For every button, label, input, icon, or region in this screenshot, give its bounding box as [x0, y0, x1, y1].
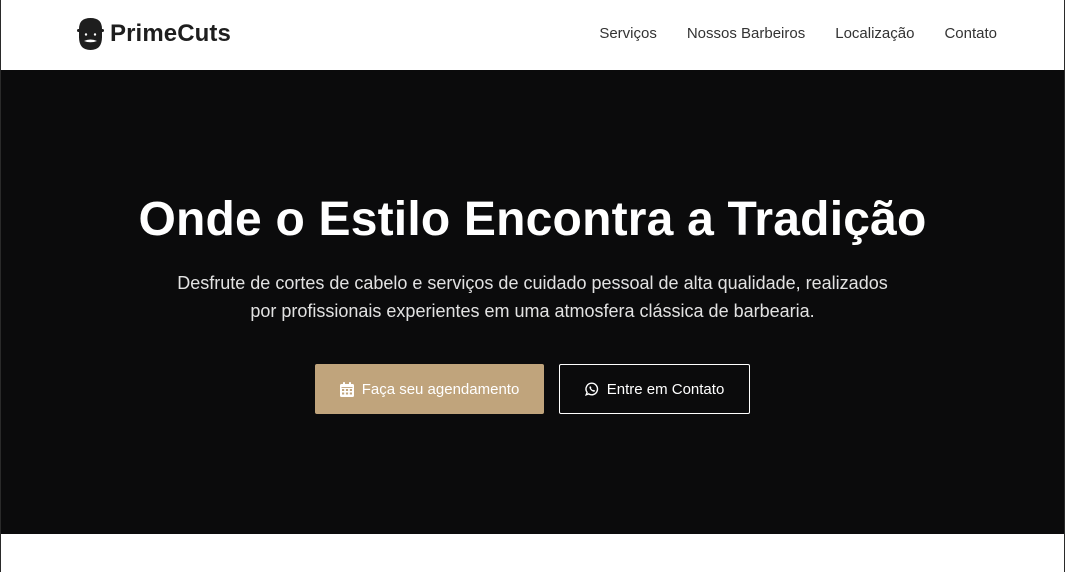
hero-title: Onde o Estilo Encontra a Tradição [138, 193, 927, 246]
brand-logo[interactable]: PrimeCuts [76, 16, 231, 51]
bearded-man-icon [77, 18, 104, 50]
nav-link-localizacao[interactable]: Localização [835, 25, 914, 42]
calendar-icon [339, 381, 354, 397]
book-appointment-label: Faça seu agendamento [361, 380, 520, 398]
nav-link-servicos[interactable]: Serviços [599, 25, 657, 42]
nav-link-barbeiros[interactable]: Nossos Barbeiros [687, 25, 805, 42]
nav-link-contato[interactable]: Contato [944, 25, 997, 42]
hero-subtitle-line-1: Desfrute de cortes de cabelo e serviços … [177, 273, 888, 293]
top-navbar: PrimeCuts Serviços Nossos Barbeiros Loca… [1, 0, 1064, 70]
next-section [1, 534, 1064, 572]
contact-button[interactable]: Entre em Contato [559, 364, 750, 414]
brand-name: PrimeCuts [110, 19, 231, 47]
hero-subtitle-line-2: por profissionais experientes em uma atm… [250, 301, 815, 321]
book-appointment-button[interactable]: Faça seu agendamento [315, 364, 544, 414]
window-right-border [1064, 0, 1065, 572]
hero-section: Onde o Estilo Encontra a Tradição Desfru… [1, 70, 1064, 534]
hero-subtitle: Desfrute de cortes de cabelo e serviços … [1, 269, 1064, 325]
nav-menu: Serviços Nossos Barbeiros Localização Co… [599, 25, 997, 42]
contact-label: Entre em Contato [606, 380, 725, 398]
whatsapp-icon [584, 382, 598, 396]
